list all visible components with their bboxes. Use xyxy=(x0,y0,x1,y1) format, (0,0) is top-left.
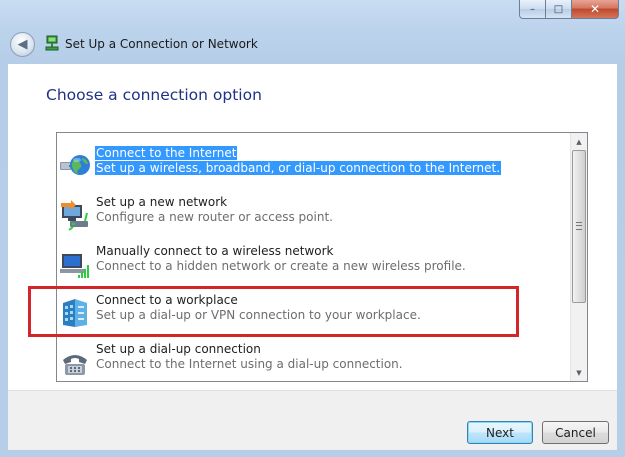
vertical-scrollbar[interactable]: ▲ ▼ xyxy=(570,133,587,381)
back-button[interactable]: ◀ xyxy=(10,32,35,57)
next-button[interactable]: Next xyxy=(467,421,533,444)
wireless-computer-icon xyxy=(60,254,89,278)
title-bar[interactable]: – □ ✕ ◀ Set Up a Connection or Network xyxy=(0,0,625,64)
window-frame: – □ ✕ ◀ Set Up a Connection or Network C… xyxy=(0,0,625,457)
router-setup-icon xyxy=(61,200,88,231)
option-title: Set up a dial-up connection xyxy=(96,342,261,356)
option-title: Manually connect to a wireless network xyxy=(96,244,334,258)
option-manual-wireless[interactable]: Manually connect to a wireless network C… xyxy=(57,239,572,288)
minimize-button[interactable]: – xyxy=(519,0,546,19)
network-setup-icon xyxy=(45,35,59,51)
workplace-building-icon xyxy=(63,299,87,327)
window-title: Set Up a Connection or Network xyxy=(65,37,258,51)
option-description: Connect to a hidden network or create a … xyxy=(96,259,466,273)
telephone-icon xyxy=(63,355,87,375)
caption-buttons: – □ ✕ xyxy=(519,0,619,19)
option-dial-up[interactable]: Set up a dial-up connection Connect to t… xyxy=(57,337,572,381)
page-heading: Choose a connection option xyxy=(46,86,262,104)
cancel-button[interactable]: Cancel xyxy=(542,421,609,444)
option-title: Connect to a workplace xyxy=(96,293,238,307)
option-connect-workplace[interactable]: Connect to a workplace Set up a dial-up … xyxy=(57,288,572,337)
option-description: Set up a wireless, broadband, or dial-up… xyxy=(95,161,502,175)
grip-icon xyxy=(576,222,582,230)
option-description: Configure a new router or access point. xyxy=(96,210,333,224)
option-new-network[interactable]: Set up a new network Configure a new rou… xyxy=(57,190,572,239)
maximize-button[interactable]: □ xyxy=(546,0,572,19)
wizard-content: Choose a connection option Connect to th… xyxy=(8,64,617,390)
option-connect-internet[interactable]: Connect to the Internet Set up a wireles… xyxy=(57,141,572,190)
scroll-down-arrow-icon: ▼ xyxy=(576,368,582,377)
option-title: Connect to the Internet xyxy=(95,146,238,160)
scroll-up-arrow-icon: ▲ xyxy=(576,137,582,146)
close-button[interactable]: ✕ xyxy=(572,0,619,19)
back-arrow-icon: ◀ xyxy=(17,37,28,52)
scroll-up-button[interactable]: ▲ xyxy=(571,133,587,150)
option-description: Connect to the Internet using a dial-up … xyxy=(96,357,403,371)
scrollbar-thumb[interactable] xyxy=(572,150,586,303)
option-description: Set up a dial-up or VPN connection to yo… xyxy=(96,308,421,322)
globe-network-icon xyxy=(60,155,90,175)
button-bar: Next Cancel xyxy=(8,390,617,450)
option-title: Set up a new network xyxy=(96,195,228,209)
scroll-down-button[interactable]: ▼ xyxy=(571,364,587,381)
connection-options-list[interactable]: Connect to the Internet Set up a wireles… xyxy=(56,132,588,382)
